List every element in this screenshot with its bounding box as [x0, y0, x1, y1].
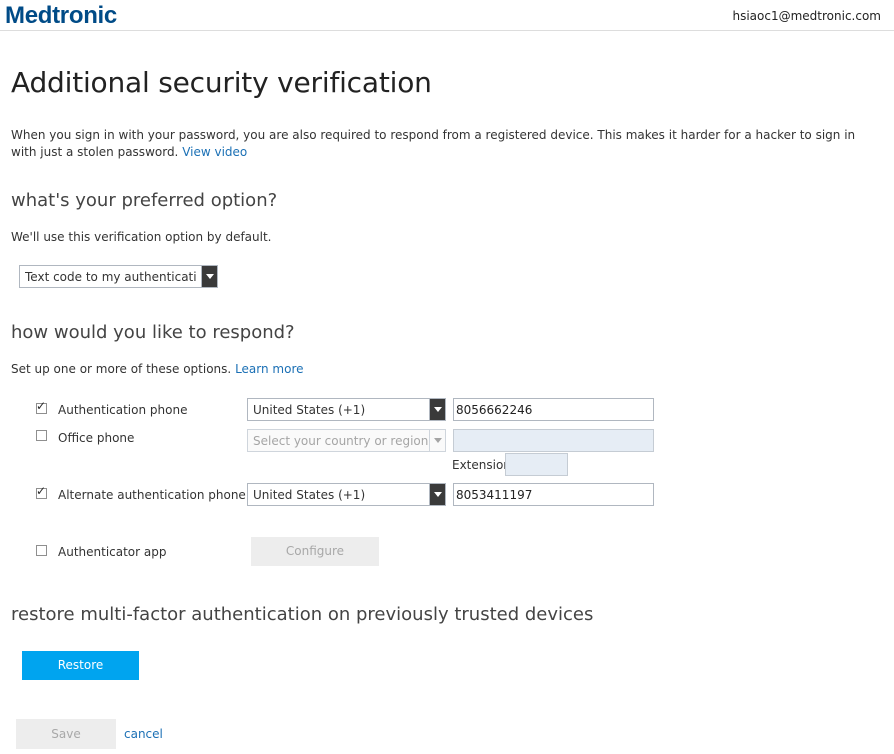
alternate-phone-label: Alternate authentication phone — [58, 488, 246, 502]
office-phone-number-input[interactable] — [453, 429, 654, 452]
alternate-phone-checkbox[interactable] — [36, 484, 47, 499]
user-account-email[interactable]: hsiaoc1@medtronic.com — [732, 9, 881, 23]
restore-heading: restore multi-factor authentication on p… — [11, 604, 594, 625]
preferred-option-value: Text code to my authentication phone — [25, 270, 197, 284]
page-description: When you sign in with your password, you… — [11, 127, 879, 161]
chevron-down-icon — [429, 430, 445, 451]
office-phone-extension-label: Extension — [452, 458, 511, 472]
chevron-down-icon — [429, 399, 445, 420]
authentication-phone-country-value: United States (+1) — [253, 403, 366, 417]
office-phone-checkbox[interactable] — [36, 430, 47, 441]
respond-subtext: Set up one or more of these options. — [11, 362, 232, 376]
description-text: When you sign in with your password, you… — [11, 128, 856, 159]
authentication-phone-label: Authentication phone — [58, 403, 188, 417]
respond-subtext-row: Set up one or more of these options. Lea… — [11, 362, 304, 376]
save-button[interactable]: Save — [16, 719, 116, 749]
alternate-phone-number-input[interactable]: 8053411197 — [453, 483, 654, 506]
chevron-down-icon — [201, 266, 217, 287]
authentication-phone-checkbox[interactable] — [36, 399, 47, 414]
preferred-option-select[interactable]: Text code to my authentication phone — [19, 265, 218, 288]
office-phone-country-select[interactable]: Select your country or region — [247, 429, 446, 452]
alternate-phone-country-value: United States (+1) — [253, 488, 366, 502]
chevron-down-icon — [429, 484, 445, 505]
page-title: Additional security verification — [11, 66, 432, 99]
medtronic-logo: Medtronic — [5, 2, 117, 29]
authentication-phone-number-input[interactable]: 8056662246 — [453, 398, 654, 421]
respond-heading: how would you like to respond? — [11, 322, 295, 343]
preferred-option-heading: what's your preferred option? — [11, 190, 278, 211]
view-video-link[interactable]: View video — [182, 145, 247, 159]
authenticator-app-checkbox[interactable] — [36, 545, 47, 556]
office-phone-extension-input[interactable] — [505, 453, 568, 476]
office-phone-label: Office phone — [58, 431, 135, 445]
preferred-option-subtext: We'll use this verification option by de… — [11, 230, 272, 244]
learn-more-link[interactable]: Learn more — [235, 362, 303, 376]
configure-button[interactable]: Configure — [251, 537, 379, 566]
authentication-phone-country-select[interactable]: United States (+1) — [247, 398, 446, 421]
cancel-link[interactable]: cancel — [124, 727, 163, 741]
office-phone-country-placeholder: Select your country or region — [253, 434, 429, 448]
restore-button[interactable]: Restore — [22, 651, 139, 680]
authenticator-app-label: Authenticator app — [58, 545, 167, 559]
alternate-phone-country-select[interactable]: United States (+1) — [247, 483, 446, 506]
